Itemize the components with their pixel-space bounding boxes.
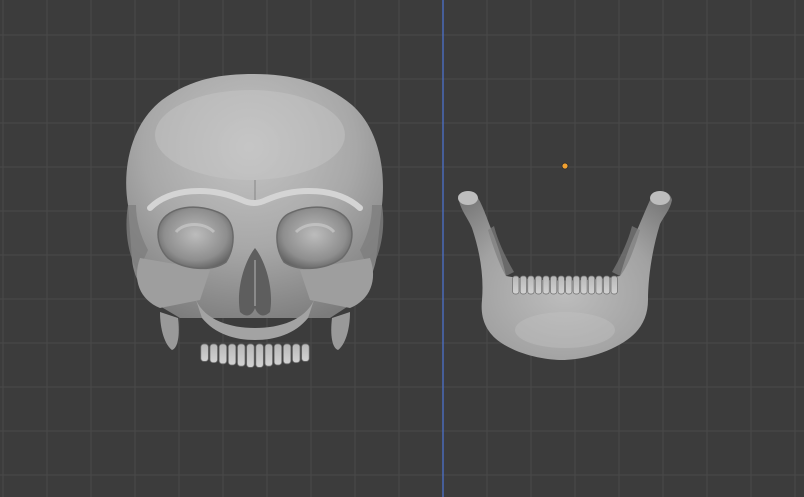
lower-tooth bbox=[603, 275, 611, 295]
lower-tooth bbox=[610, 275, 618, 295]
upper-tooth bbox=[200, 343, 209, 362]
lower-tooth bbox=[512, 275, 520, 295]
left-orbit bbox=[157, 206, 234, 270]
lower-tooth bbox=[519, 275, 527, 295]
upper-tooth bbox=[255, 343, 264, 368]
upper-tooth bbox=[246, 343, 255, 368]
viewport-background bbox=[0, 0, 804, 497]
forehead-highlight bbox=[155, 90, 345, 180]
upper-tooth bbox=[209, 343, 218, 364]
object-origin-point[interactable] bbox=[561, 162, 569, 170]
right-condyle bbox=[650, 191, 670, 205]
viewport-canvas[interactable] bbox=[0, 0, 804, 497]
upper-tooth bbox=[301, 343, 310, 362]
3d-viewport[interactable] bbox=[0, 0, 804, 497]
right-orbit bbox=[276, 206, 353, 270]
upper-tooth bbox=[264, 343, 273, 367]
upper-tooth bbox=[292, 343, 301, 364]
upper-tooth bbox=[218, 343, 228, 365]
lower-tooth bbox=[580, 275, 588, 295]
chin-highlight bbox=[515, 312, 615, 348]
lower-tooth bbox=[542, 275, 550, 295]
lower-tooth bbox=[587, 275, 596, 295]
lower-tooth bbox=[534, 275, 543, 295]
upper-tooth bbox=[273, 343, 283, 366]
upper-tooth bbox=[237, 343, 246, 367]
lower-tooth bbox=[557, 275, 565, 295]
upper-tooth bbox=[227, 343, 237, 366]
lower-tooth bbox=[572, 275, 580, 295]
lower-tooth bbox=[550, 275, 558, 295]
left-condyle bbox=[458, 191, 478, 205]
lower-tooth bbox=[527, 275, 535, 295]
lower-tooth bbox=[565, 275, 573, 295]
lower-tooth bbox=[595, 275, 603, 295]
upper-tooth bbox=[282, 343, 292, 365]
